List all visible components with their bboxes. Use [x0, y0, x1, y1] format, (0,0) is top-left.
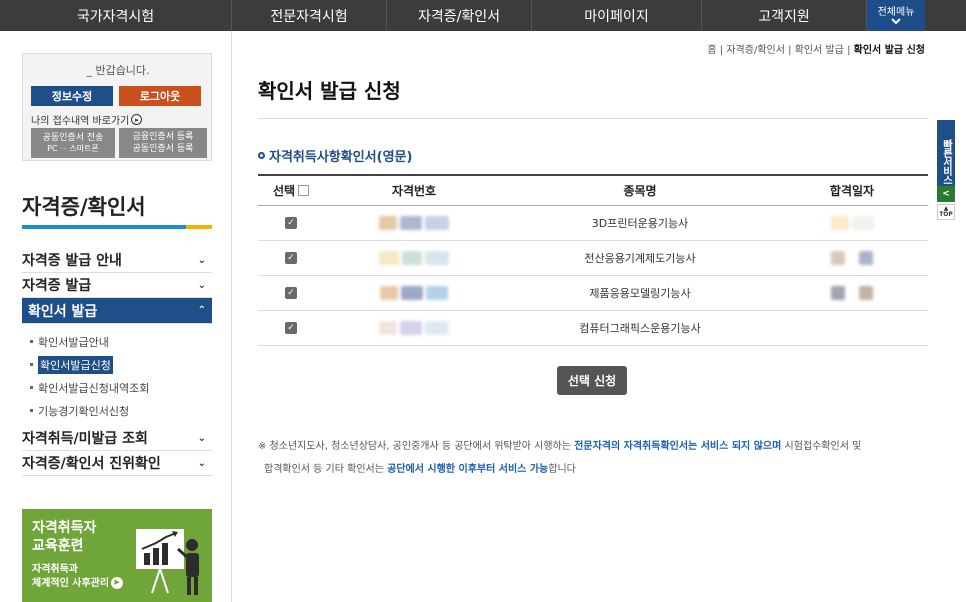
sidebar-item-label: 자격증 발급 — [22, 278, 92, 294]
sidebar-title-underline — [22, 225, 212, 229]
login-box: _ 반갑습니다. 정보수정 로그아웃 나의 접수내역 바로가기 ▸ 공동인증서 … — [22, 53, 212, 161]
chevron-down-icon: ⌄ — [197, 432, 206, 444]
sidebar-item-cert-issue[interactable]: 자격증 발급 ⌄ — [22, 273, 212, 298]
chevron-down-icon: ⌄ — [197, 279, 206, 291]
nav-professional-exam[interactable]: 전문자격시험 — [232, 0, 387, 31]
blurred-pass-date — [831, 251, 873, 265]
sidebar-submenu: 확인서발급안내 확인서발급신청 확인서발급신청내역조회 기능경기확인서신청 — [22, 324, 212, 426]
title-divider — [258, 118, 928, 119]
top-label: TOP — [939, 211, 953, 218]
row-subject: 제품응용모델링기능사 — [589, 287, 691, 300]
education-banner[interactable]: 자격취득자 교육훈련 자격취득과 체계적인 사후관리 ▶ — [22, 509, 212, 602]
play-icon: ▶ — [111, 577, 124, 589]
submenu-confirm-apply[interactable]: 확인서발급신청 — [30, 353, 212, 376]
sidebar-item-label: 자격증/확인서 진위확인 — [22, 456, 161, 472]
my-application-shortcut[interactable]: 나의 접수내역 바로가기 ▸ — [31, 112, 143, 127]
greeting-text: _ 반갑습니다. — [86, 64, 150, 77]
table-row: ✓ 3D프린터운용기능사 — [258, 206, 928, 241]
chevron-down-icon: ⌄ — [197, 254, 206, 266]
banner-title: 자격취득자 교육훈련 — [32, 520, 97, 555]
all-menu-button[interactable]: 전체메뉴 — [867, 0, 925, 31]
top-navigation: 국가자격시험 전문자격시험 자격증/확인서 마이페이지 고객지원 전체메뉴 — [0, 0, 966, 31]
table-row: ✓ 제품응용모델링기능사 — [258, 276, 928, 311]
row-subject: 컴퓨터그래픽스운용기능사 — [579, 322, 701, 335]
blurred-pass-date — [831, 286, 873, 300]
left-sidebar: _ 반갑습니다. 정보수정 로그아웃 나의 접수내역 바로가기 ▸ 공동인증서 … — [0, 31, 232, 602]
chevron-up-icon: ⌃ — [197, 305, 206, 316]
nav-mypage[interactable]: 마이페이지 — [532, 0, 702, 31]
select-all-checkbox[interactable] — [298, 185, 310, 196]
blurred-cert-number — [379, 321, 449, 335]
financial-cert-label: 금융인증서 등록 — [132, 131, 194, 142]
blurred-cert-number — [379, 251, 449, 265]
certificate-table: 선택 자격번호 종목명 합격일자 ✓ 3D프린터운용기능사 ✓ 전산응용기계제도… — [258, 174, 928, 346]
header-subject: 종목명 — [623, 184, 657, 198]
sidebar-item-label: 자격취득/미발급 조회 — [22, 431, 148, 447]
row-checkbox[interactable]: ✓ — [285, 217, 297, 229]
submenu-confirm-guide[interactable]: 확인서발급안내 — [30, 330, 212, 353]
table-row: ✓ 컴퓨터그래픽스운용기능사 — [258, 311, 928, 346]
edit-info-button[interactable]: 정보수정 — [31, 86, 113, 106]
row-checkbox[interactable]: ✓ — [285, 322, 297, 334]
all-menu-label: 전체메뉴 — [877, 6, 915, 18]
presentation-icon — [136, 529, 199, 595]
circle-bullet-icon — [258, 152, 265, 159]
joint-cert-label: 공동인증서 등록 — [132, 144, 194, 154]
breadcrumb: 홈 | 자격증/확인서 | 확인서 발급 | 확인서 발급 신청 — [707, 45, 925, 56]
notice-text: ※ 청소년지도사, 청소년상담사, 공인중개사 등 공단에서 위탁받아 시행하는… — [258, 441, 862, 475]
header-number: 자격번호 — [391, 184, 437, 198]
page-title: 확인서 발급 신청 — [258, 79, 401, 103]
logout-button[interactable]: 로그아웃 — [119, 86, 201, 106]
header-date: 합격일자 — [829, 184, 875, 198]
row-subject: 전산응용기계제도기능사 — [584, 252, 696, 265]
blurred-cert-number — [379, 216, 449, 230]
sidebar-item-confirm-issue[interactable]: 확인서 발급 ⌃ — [22, 298, 212, 324]
sidebar-item-cert-guide[interactable]: 자격증 발급 안내 ⌄ — [22, 248, 212, 273]
blurred-pass-date — [830, 216, 874, 230]
nav-filler — [925, 0, 966, 31]
table-header: 선택 자격번호 종목명 합격일자 — [258, 176, 928, 206]
sidebar-menu: 자격증 발급 안내 ⌄ 자격증 발급 ⌄ 확인서 발급 ⌃ 확인서발급안내 확인… — [22, 248, 212, 476]
nav-certificates[interactable]: 자격증/확인서 — [387, 0, 532, 31]
cert-register-button[interactable]: 금융인증서 등록 공동인증서 등록 — [119, 128, 207, 158]
breadcrumb-home[interactable]: 홈 — [707, 45, 716, 56]
chevron-down-icon: ⌄ — [197, 457, 206, 469]
cert-transfer-sub: PC → 스마트폰 — [47, 143, 99, 153]
breadcrumb-level1[interactable]: 자격증/확인서 — [726, 45, 785, 56]
scroll-top-button[interactable]: ▲ TOP — [937, 204, 955, 220]
row-subject: 3D프린터운용기능사 — [591, 217, 689, 230]
section-title: 자격취득사항확인서(영문) — [258, 146, 412, 165]
blurred-cert-number — [380, 286, 448, 300]
sidebar-title: 자격증/확인서 — [22, 195, 146, 219]
chevron-right-icon: ▸ — [131, 114, 143, 125]
chevron-left-icon[interactable]: < — [937, 186, 955, 202]
sidebar-item-acquisition-lookup[interactable]: 자격취득/미발급 조회 ⌄ — [22, 426, 212, 451]
row-checkbox[interactable]: ✓ — [285, 287, 297, 299]
submenu-confirm-history[interactable]: 확인서발급신청내역조회 — [30, 376, 212, 399]
nav-customer-support[interactable]: 고객지원 — [702, 0, 867, 31]
breadcrumb-current: 확인서 발급 신청 — [853, 45, 925, 56]
sidebar-item-label: 자격증 발급 안내 — [22, 253, 122, 269]
banner-subtitle: 자격취득과 체계적인 사후관리 ▶ — [32, 563, 124, 591]
breadcrumb-level2[interactable]: 확인서 발급 — [795, 45, 844, 56]
submenu-skill-contest[interactable]: 기능경기확인서신청 — [30, 399, 212, 422]
sidebar-item-label: 확인서 발급 — [28, 303, 98, 320]
select-apply-button[interactable]: 선택 신청 — [557, 366, 627, 395]
cert-transfer-label: 공동인증서 전송 — [42, 132, 104, 143]
sidebar-item-authenticity[interactable]: 자격증/확인서 진위확인 ⌄ — [22, 451, 212, 476]
table-row: ✓ 전산응용기계제도기능사 — [258, 241, 928, 276]
shortcut-label: 나의 접수내역 바로가기 — [31, 116, 130, 127]
row-checkbox[interactable]: ✓ — [285, 252, 297, 264]
nav-national-exam[interactable]: 국가자격시험 — [0, 0, 232, 31]
header-select: 선택 — [272, 184, 296, 198]
chevron-down-icon — [891, 17, 901, 24]
cert-transfer-button[interactable]: 공동인증서 전송 PC → 스마트폰 — [31, 128, 115, 158]
